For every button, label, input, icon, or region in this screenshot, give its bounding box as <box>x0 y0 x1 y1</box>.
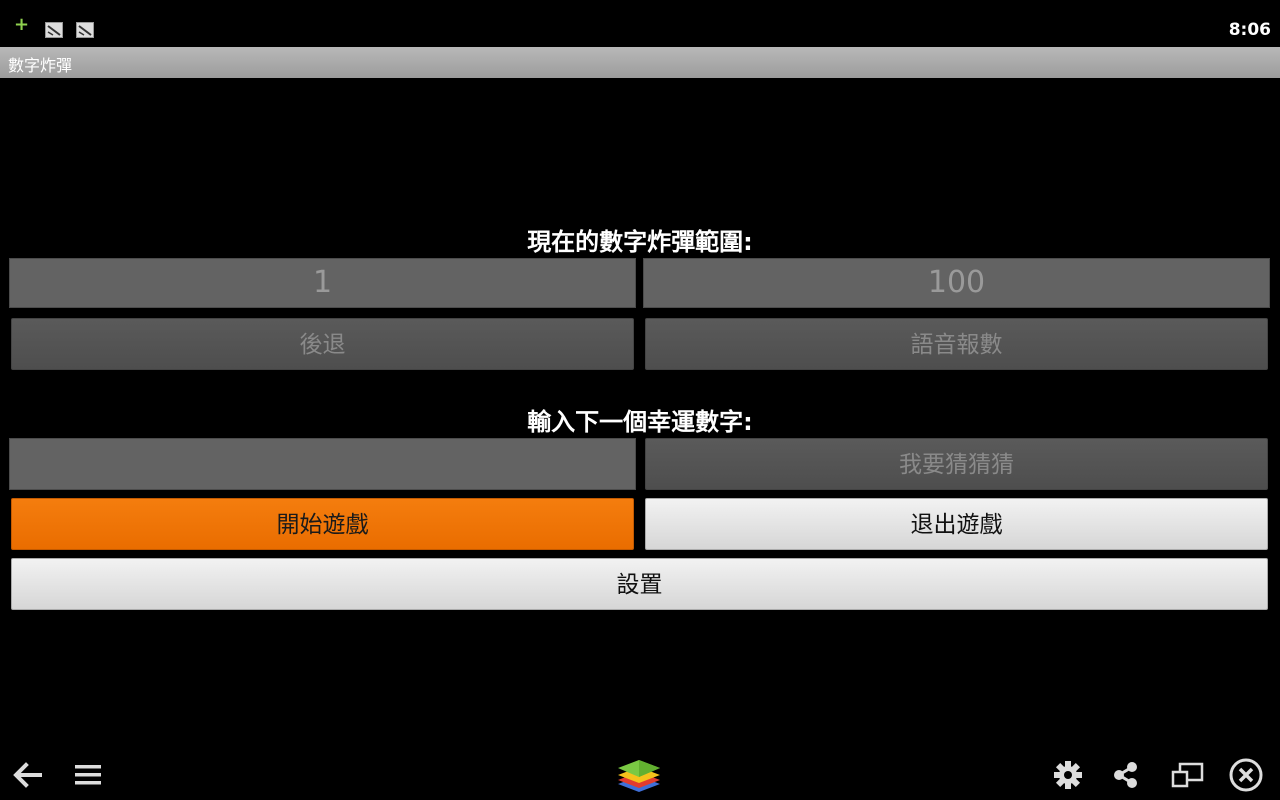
voice-report-button[interactable]: 語音報數 <box>645 318 1268 370</box>
image-icon <box>76 22 94 38</box>
window-icon[interactable] <box>1170 750 1206 800</box>
exit-game-button[interactable]: 退出遊戲 <box>645 498 1268 550</box>
bluestacks-logo[interactable] <box>614 750 664 800</box>
range-max-field: 100 <box>643 258 1270 308</box>
range-min-field: 1 <box>9 258 636 308</box>
clock: 8:06 <box>1228 20 1271 40</box>
image-icon <box>45 22 63 38</box>
back-button[interactable]: 後退 <box>11 318 634 370</box>
nav-bar <box>0 750 1280 800</box>
input-heading: 輸入下一個幸運數字: <box>527 408 753 436</box>
title-bar: 數字炸彈 <box>0 47 1280 78</box>
plus-icon: + <box>14 14 30 35</box>
lucky-number-input[interactable] <box>9 438 636 490</box>
app-title: 數字炸彈 <box>8 56 73 75</box>
share-icon[interactable] <box>1110 750 1146 800</box>
guess-button[interactable]: 我要猜猜猜 <box>645 438 1268 490</box>
menu-icon[interactable] <box>72 750 108 800</box>
range-heading: 現在的數字炸彈範圍: <box>527 228 753 256</box>
screen: + 8:06 數字炸彈 現在的數字炸彈範圍: 1 100 後退 語音報數 輸入下… <box>0 0 1280 800</box>
back-arrow-icon[interactable] <box>10 750 46 800</box>
start-game-button[interactable]: 開始遊戲 <box>11 498 634 550</box>
close-icon[interactable] <box>1228 750 1264 800</box>
gear-icon[interactable] <box>1052 750 1088 800</box>
status-bar: + 8:06 <box>0 0 1280 47</box>
settings-button[interactable]: 設置 <box>11 558 1268 610</box>
